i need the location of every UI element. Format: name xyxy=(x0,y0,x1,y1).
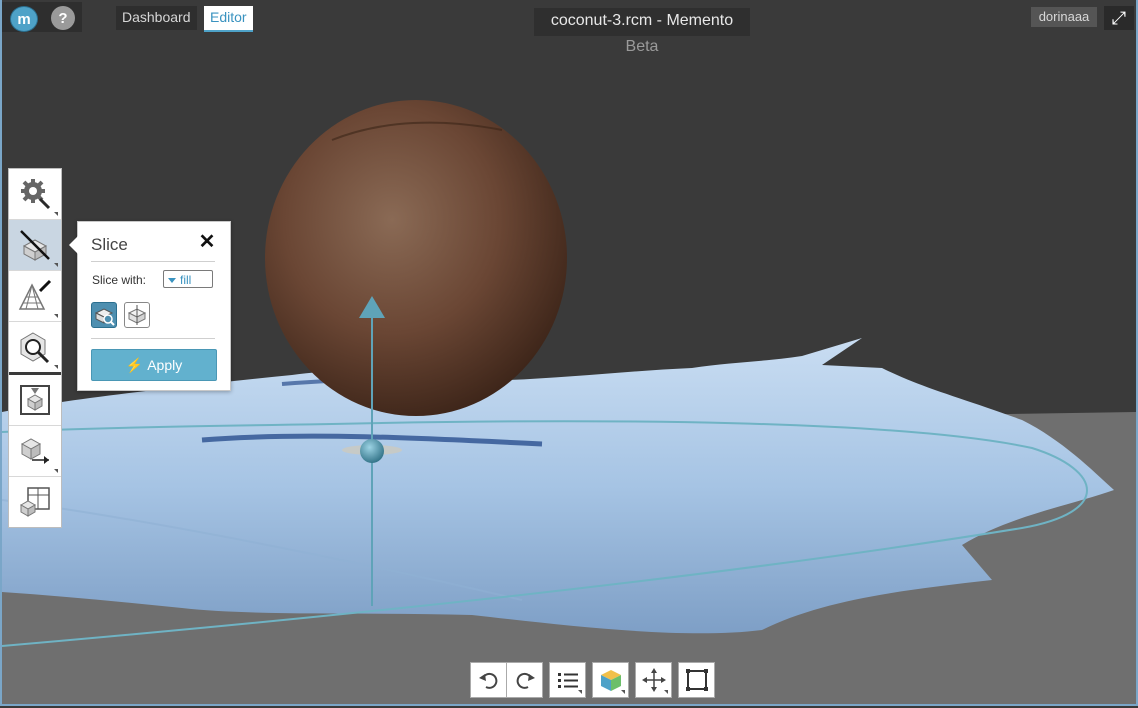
top-bar: m ? Dashboard Editor coconut-3.rcm - Mem… xyxy=(0,0,1138,55)
settings-tool-button[interactable] xyxy=(9,169,61,220)
mesh-paint-tool-button[interactable] xyxy=(9,271,61,322)
settings-gear-icon xyxy=(21,179,51,210)
export-tool-button[interactable] xyxy=(9,426,61,477)
layout-tool-button[interactable] xyxy=(9,477,61,527)
slice-with-value: fill xyxy=(180,273,192,287)
apply-button[interactable]: ⚡ Apply xyxy=(91,349,217,381)
slice-plane-icon xyxy=(127,305,147,325)
document-name: coconut-3.rcm - Memento xyxy=(550,12,734,29)
inspect-mesh-icon xyxy=(20,332,50,364)
select-region-icon xyxy=(94,308,115,326)
fullscreen-button[interactable]: ⤢ xyxy=(1104,6,1134,30)
tab-editor[interactable]: Editor xyxy=(204,6,253,32)
list-icon xyxy=(557,673,578,688)
apply-label: Apply xyxy=(147,357,183,373)
frame-selection-icon xyxy=(685,669,708,691)
slice-tool-button[interactable] xyxy=(9,220,61,271)
app-logo-button[interactable]: m xyxy=(10,6,38,32)
expand-icon: ⤢ xyxy=(1111,8,1127,28)
close-icon[interactable]: ✕ xyxy=(198,232,216,252)
slice-with-label: Slice with: xyxy=(92,273,147,287)
user-menu[interactable]: dorinaaa xyxy=(1031,7,1097,27)
slice-with-dropdown[interactable]: fill xyxy=(163,270,213,288)
document-title: coconut-3.rcm - Memento Beta xyxy=(534,8,750,55)
layout-icon xyxy=(19,487,50,517)
export-model-icon xyxy=(20,438,49,464)
divider xyxy=(91,338,215,339)
list-button[interactable] xyxy=(549,662,586,698)
logo-icon: m xyxy=(17,10,31,28)
help-icon: ? xyxy=(58,9,68,27)
redo-icon xyxy=(516,672,535,689)
divider xyxy=(91,261,215,262)
slice-panel: Slice ✕ Slice with: fill ⚡ Apply xyxy=(69,221,231,391)
help-button[interactable]: ? xyxy=(51,6,75,30)
undo-icon xyxy=(478,672,497,689)
inspect-tool-button[interactable] xyxy=(9,322,61,372)
tool-group-io xyxy=(9,375,61,527)
material-button[interactable] xyxy=(592,662,629,698)
slice-mode-plane-button[interactable] xyxy=(124,302,150,328)
tool-group-edit xyxy=(9,169,61,375)
import-model-icon xyxy=(20,385,50,415)
move-axes-icon xyxy=(641,668,666,692)
chevron-down-icon xyxy=(168,278,176,284)
frame-selection-button[interactable] xyxy=(678,662,715,698)
tab-dashboard[interactable]: Dashboard xyxy=(116,6,197,30)
slice-mode-select-button[interactable] xyxy=(91,302,117,328)
slice-panel-title: Slice xyxy=(91,235,128,254)
mesh-paint-icon xyxy=(18,279,52,310)
lightning-icon: ⚡ xyxy=(125,357,144,373)
move-button[interactable] xyxy=(635,662,672,698)
color-cube-icon xyxy=(600,670,621,691)
import-tool-button[interactable] xyxy=(9,375,61,426)
undo-button[interactable] xyxy=(470,662,506,698)
beta-label: Beta xyxy=(625,38,659,55)
slice-tool-icon xyxy=(20,230,50,261)
redo-button[interactable] xyxy=(506,662,543,698)
left-toolbar xyxy=(8,168,62,528)
